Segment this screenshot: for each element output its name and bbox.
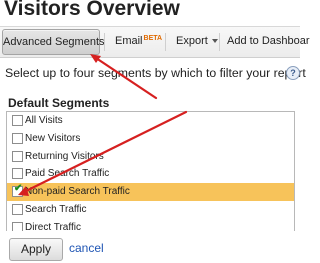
segment-checkbox[interactable] bbox=[12, 150, 23, 162]
segment-checkbox[interactable] bbox=[12, 168, 23, 180]
segment-checkbox[interactable] bbox=[12, 203, 23, 215]
toolbar-divider bbox=[165, 33, 166, 51]
caret-down-icon bbox=[211, 39, 218, 44]
segment-row[interactable]: New Visitors bbox=[7, 130, 294, 148]
segment-label: Non-paid Search Traffic bbox=[25, 186, 130, 198]
segment-row[interactable]: ✔ Non-paid Search Traffic bbox=[7, 183, 294, 201]
segment-checkbox[interactable] bbox=[12, 132, 23, 144]
segment-label: All Visits bbox=[25, 115, 63, 126]
help-icon[interactable]: ? bbox=[286, 66, 300, 80]
default-segments-list: All Visits New Visitors Returning Visitors… bbox=[6, 111, 295, 231]
segment-label: Search Traffic bbox=[25, 203, 87, 215]
segment-checkbox[interactable] bbox=[12, 115, 23, 126]
export-button[interactable]: Export bbox=[171, 31, 223, 52]
segment-label: New Visitors bbox=[25, 132, 81, 144]
toolbar-divider bbox=[219, 33, 220, 51]
add-to-dashboard-button[interactable]: Add to Dashboar bbox=[222, 31, 315, 52]
segment-row[interactable]: All Visits bbox=[7, 112, 294, 130]
segment-row[interactable]: Returning Visitors bbox=[7, 148, 294, 166]
segment-row[interactable]: Search Traffic bbox=[7, 201, 294, 219]
email-button[interactable]: EmailBETA bbox=[110, 31, 167, 52]
advanced-segments-button[interactable]: Advanced Segments bbox=[2, 29, 105, 55]
page-title: Visitors Overview bbox=[4, 0, 180, 20]
check-icon: ✔ bbox=[14, 183, 23, 195]
segment-checkbox[interactable]: ✔ bbox=[12, 183, 23, 198]
email-label: Email bbox=[115, 35, 143, 47]
cancel-link[interactable]: cancel bbox=[69, 241, 104, 255]
segment-label: Returning Visitors bbox=[25, 150, 104, 162]
segment-row[interactable]: Paid Search Traffic bbox=[7, 165, 294, 183]
default-segments-heading: Default Segments bbox=[8, 96, 110, 110]
segment-label: Direct Traffic bbox=[25, 221, 81, 231]
segment-checkbox[interactable] bbox=[12, 221, 23, 231]
toolbar-divider bbox=[104, 33, 105, 51]
segment-row[interactable]: Direct Traffic bbox=[7, 219, 294, 231]
segment-label: Paid Search Traffic bbox=[25, 168, 110, 180]
report-toolbar: Advanced Segments EmailBETA Export Add t… bbox=[0, 26, 310, 58]
beta-badge: BETA bbox=[143, 35, 163, 42]
apply-button[interactable]: Apply bbox=[9, 238, 63, 261]
segment-instructions: Select up to four segments by which to f… bbox=[5, 66, 306, 80]
export-label: Export bbox=[176, 35, 208, 47]
